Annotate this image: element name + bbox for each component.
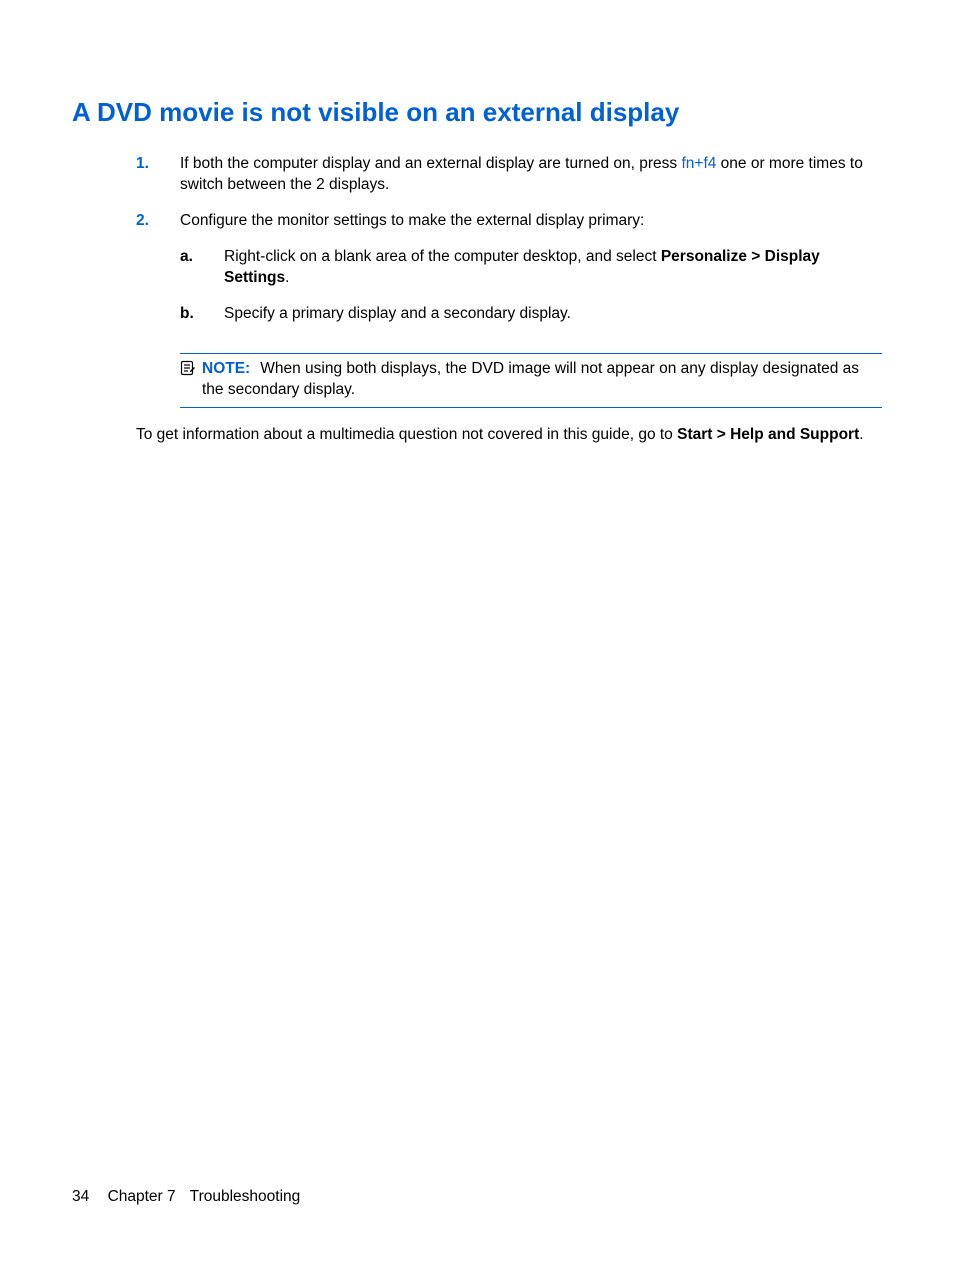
ordered-list: 1. If both the computer display and an e… — [136, 153, 882, 339]
closing-post: . — [859, 426, 863, 443]
section-heading: A DVD movie is not visible on an externa… — [72, 96, 882, 129]
note-block: NOTE:When using both displays, the DVD i… — [180, 353, 882, 408]
note-bottom-rule — [180, 407, 882, 408]
note-text-container: NOTE:When using both displays, the DVD i… — [202, 358, 882, 401]
note-label: NOTE: — [202, 360, 250, 377]
note-row: NOTE:When using both displays, the DVD i… — [180, 354, 882, 407]
sublist-marker: a. — [180, 246, 224, 289]
substep-b-text: Specify a primary display and a secondar… — [224, 305, 571, 322]
substep-b-body: Specify a primary display and a secondar… — [224, 303, 882, 325]
content-body: 1. If both the computer display and an e… — [72, 153, 882, 446]
closing-bold: Start > Help and Support — [677, 426, 859, 443]
list-marker: 2. — [136, 210, 180, 339]
page-number: 34 — [72, 1188, 89, 1205]
substep-a-post: . — [285, 269, 289, 286]
closing-pre: To get information about a multimedia qu… — [136, 426, 677, 443]
step-1-body: If both the computer display and an exte… — [180, 153, 882, 196]
substep-b: b. Specify a primary display and a secon… — [180, 303, 882, 325]
page: A DVD movie is not visible on an externa… — [0, 0, 954, 1270]
substep-list: a. Right-click on a blank area of the co… — [180, 246, 882, 325]
substep-a-body: Right-click on a blank area of the compu… — [224, 246, 882, 289]
chapter-title: Troubleshooting — [190, 1188, 301, 1205]
chapter-label: Chapter 7 — [108, 1188, 176, 1205]
closing-paragraph: To get information about a multimedia qu… — [136, 424, 882, 446]
step-1: 1. If both the computer display and an e… — [136, 153, 882, 196]
step-1-text-pre: If both the computer display and an exte… — [180, 155, 681, 172]
page-footer: 34 Chapter 7 Troubleshooting — [72, 1188, 300, 1206]
keyboard-key: fn+f4 — [681, 155, 716, 172]
note-text: When using both displays, the DVD image … — [202, 360, 859, 399]
note-icon — [180, 360, 202, 376]
sublist-marker: b. — [180, 303, 224, 325]
step-2-text: Configure the monitor settings to make t… — [180, 212, 644, 229]
step-2-body: Configure the monitor settings to make t… — [180, 210, 882, 339]
list-marker: 1. — [136, 153, 180, 196]
substep-a-pre: Right-click on a blank area of the compu… — [224, 248, 661, 265]
step-2: 2. Configure the monitor settings to mak… — [136, 210, 882, 339]
substep-a: a. Right-click on a blank area of the co… — [180, 246, 882, 289]
